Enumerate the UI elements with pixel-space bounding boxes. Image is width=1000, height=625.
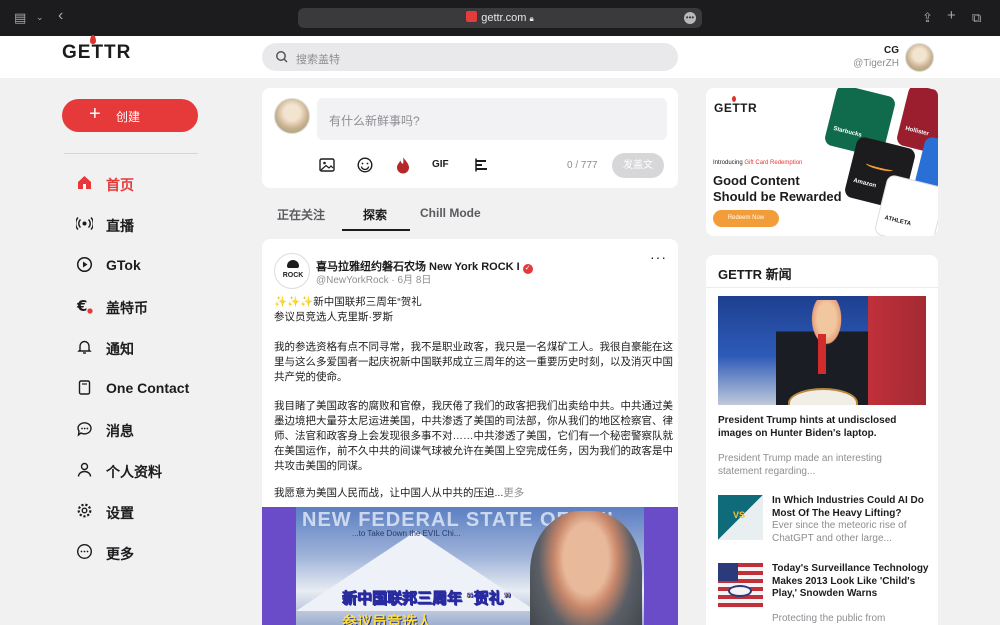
news-item-summary: President Trump made an interesting stat… — [718, 453, 882, 477]
composer-input[interactable]: 有什么新鲜事吗? — [317, 98, 667, 140]
user-handle[interactable]: @TigerZH — [853, 58, 899, 69]
news-item-summary: Protecting the public from — [772, 613, 886, 624]
redeem-now-button[interactable]: Redeem Now — [713, 210, 779, 227]
news-hero-image[interactable] — [718, 296, 926, 405]
search-placeholder: 搜索盖特 — [296, 54, 340, 66]
post-line-1: ✨✨✨新中国联邦三周年“贺礼 — [274, 296, 422, 308]
address-bar[interactable]: gettr.com 🔒︎ ••• — [298, 8, 702, 28]
gettr-logo[interactable]: GETTR — [62, 35, 131, 64]
post-video-thumbnail[interactable]: NEW FEDERAL STATE OF CHI ...to Take Down… — [262, 507, 678, 625]
post-author-avatar[interactable]: ROCK — [274, 253, 310, 289]
search-input[interactable]: 搜索盖特 — [262, 43, 678, 71]
sidebar-toggle-icon[interactable]: ▤ — [14, 10, 26, 26]
ad-headline-2: Should be Rewarded — [713, 189, 842, 204]
post-line-2: 参议员竞选人克里斯·罗斯 — [274, 311, 393, 323]
image-caption-2: 参议员竞选人 — [342, 614, 433, 625]
flame-icon[interactable] — [394, 156, 412, 174]
tab-following[interactable]: 正在关注 — [277, 206, 325, 223]
verified-badge-icon: ✓ — [522, 264, 533, 274]
news-item-summary: Ever since the meteoric rise of ChatGPT … — [772, 520, 907, 544]
speaker-image — [530, 511, 642, 625]
person-icon — [77, 462, 92, 477]
post-options-icon[interactable]: ··· — [650, 249, 667, 265]
gear-icon — [77, 503, 92, 518]
nav-divider — [64, 153, 198, 154]
image-subtitle: ...to Take Down the EVIL Chi... — [352, 529, 461, 538]
user-display-name[interactable]: CG — [884, 45, 899, 56]
post-date: · 6月 8日 — [391, 275, 432, 286]
news-item-title[interactable]: Today's Surveillance Technology Makes 20… — [772, 563, 930, 601]
euro-coin-icon: € — [76, 297, 93, 314]
poll-icon[interactable] — [473, 156, 491, 174]
post-paragraph-3: 我愿意为美国人民而战，让中国人从中共的压迫...更多 — [274, 487, 525, 499]
search-icon — [276, 51, 288, 63]
news-thumbnail-ai[interactable]: VS — [718, 495, 763, 540]
news-panel: GETTR 新闻 President Trump hints at undisc… — [706, 255, 938, 625]
post-button[interactable]: 发盖文 — [612, 153, 664, 178]
news-panel-title: GETTR 新闻 — [718, 267, 792, 282]
ad-logo: GETTR — [714, 101, 758, 115]
feed-post: ROCK 喜马拉雅纽约磐石农场 New York ROCK I ✓ @NewYor… — [262, 239, 678, 625]
post-meta: @NewYorkRock · 6月 8日 — [316, 271, 431, 286]
browser-toolbar: ▤ ⌄ ‹ gettr.com 🔒︎ ••• ⇪ + ⧉ — [0, 0, 1000, 36]
post-composer: 有什么新鲜事吗? GIF 0 / 777 发盖文 — [262, 88, 678, 188]
character-counter: 0 / 777 — [567, 160, 598, 171]
back-icon[interactable]: ‹ — [58, 7, 63, 25]
live-broadcast-icon — [76, 217, 93, 230]
url-text: gettr.com — [481, 12, 527, 24]
post-paragraph-1: 我的参选资格有点不同寻常，我不是职业政客，我只是一名煤矿工人。我很自豪能在这里与… — [274, 341, 673, 383]
page-menu-icon[interactable]: ••• — [684, 12, 696, 24]
read-more-link[interactable]: 更多 — [503, 487, 524, 499]
news-item-title[interactable]: In Which Industries Could AI Do Most Of … — [772, 495, 930, 520]
post-handle[interactable]: @NewYorkRock — [316, 275, 389, 286]
composer-avatar — [274, 98, 310, 134]
more-circle-icon — [76, 543, 93, 560]
chevron-down-icon[interactable]: ⌄ — [36, 12, 44, 23]
image-caption-1: 新中国联邦三周年 “贺礼” — [342, 590, 512, 608]
tab-overview-icon[interactable]: ⧉ — [972, 10, 981, 26]
news-thumbnail-surveillance[interactable] — [718, 563, 763, 608]
emoji-icon[interactable] — [356, 156, 374, 174]
gift-card-ad[interactable]: GETTR Starbucks Hollister Amazon ATHLETA… — [706, 88, 938, 236]
new-tab-icon[interactable]: + — [947, 7, 956, 24]
gif-button[interactable]: GIF — [432, 159, 454, 177]
plus-icon: + — [89, 103, 101, 125]
tab-explore[interactable]: 探索 — [363, 206, 387, 223]
home-icon — [78, 176, 91, 189]
site-favicon-icon — [466, 11, 478, 22]
share-icon[interactable]: ⇪ — [922, 10, 933, 26]
image-upload-icon[interactable] — [318, 156, 336, 174]
play-circle-icon — [76, 256, 93, 273]
ad-intro: Introducing Gift Card Redemption — [713, 160, 803, 166]
svg-text:€: € — [76, 297, 87, 314]
user-avatar[interactable] — [905, 43, 934, 72]
bell-icon — [77, 340, 92, 354]
message-icon — [77, 422, 92, 437]
tab-chill-mode[interactable]: Chill Mode — [420, 206, 481, 220]
flame-logo-icon — [732, 96, 736, 102]
ad-headline-1: Good Content — [713, 173, 800, 188]
post-paragraph-2: 我目睹了美国政客的腐败和官僚，我厌倦了我们的政客把我们出卖给中共。中共通过美墨边… — [274, 400, 673, 472]
flame-logo-icon — [90, 35, 96, 44]
create-button[interactable]: + 创建 — [62, 99, 198, 132]
news-divider — [706, 287, 938, 288]
lock-icon: 🔒︎ — [529, 14, 534, 23]
contact-book-icon — [78, 380, 91, 395]
news-item-title[interactable]: President Trump hints at undisclosed ima… — [718, 415, 928, 440]
active-tab-indicator — [342, 229, 410, 231]
